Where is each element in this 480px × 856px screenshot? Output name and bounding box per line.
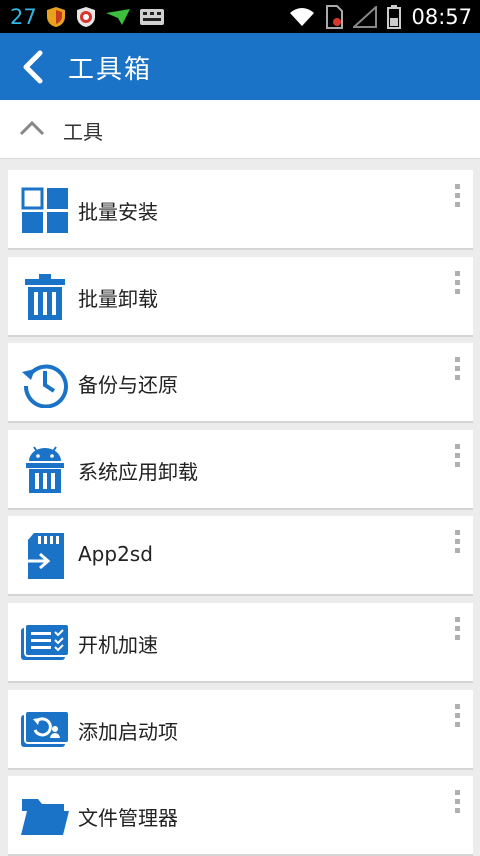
trash-icon (25, 274, 65, 320)
startup-icon (21, 710, 70, 747)
more-vertical-icon[interactable] (455, 617, 461, 643)
download-icon (105, 9, 130, 25)
tool-item-batch-install[interactable]: 批量安装 (8, 170, 473, 250)
battery-icon (387, 5, 402, 29)
more-vertical-icon[interactable] (455, 444, 461, 470)
more-vertical-icon[interactable] (455, 184, 461, 210)
signal-icon (353, 6, 378, 28)
tool-label: 批量安装 (78, 200, 158, 224)
tool-label: App2sd (78, 542, 153, 566)
history-icon (22, 364, 68, 408)
back-arrow-icon[interactable] (18, 50, 48, 84)
folder-icon (21, 799, 69, 835)
more-vertical-icon[interactable] (455, 530, 461, 556)
section-label: 工具 (63, 120, 103, 144)
tool-label: 文件管理器 (78, 806, 178, 830)
tool-label: 系统应用卸载 (78, 460, 198, 484)
antivirus-icon (76, 7, 95, 27)
notification-count: 27 (10, 5, 37, 29)
tool-label: 备份与还原 (78, 373, 178, 397)
status-bar: 27 08:57 (0, 0, 480, 33)
keyboard-icon (139, 9, 164, 25)
tool-item-add-startup[interactable]: 添加启动项 (8, 690, 473, 770)
boot-list-icon (21, 623, 70, 660)
more-vertical-icon[interactable] (455, 357, 461, 383)
page-title: 工具箱 (68, 55, 153, 85)
tool-item-file-manager[interactable]: 文件管理器 (8, 776, 473, 856)
tool-item-boot-speedup[interactable]: 开机加速 (8, 603, 473, 683)
tool-item-system-app-uninstall[interactable]: 系统应用卸载 (8, 430, 473, 510)
chevron-up-icon (19, 120, 45, 136)
grid-icon (21, 187, 68, 233)
section-header-tools[interactable]: 工具 (0, 100, 480, 159)
android-trash-icon (26, 446, 64, 493)
shield-icon (46, 7, 65, 27)
tool-item-backup-restore[interactable]: 备份与还原 (8, 343, 473, 423)
tool-label: 批量卸载 (78, 287, 158, 311)
sim-card-icon (326, 5, 344, 29)
tool-item-batch-uninstall[interactable]: 批量卸载 (8, 257, 473, 337)
tool-label: 开机加速 (78, 633, 158, 657)
app-bar: 工具箱 (0, 33, 480, 100)
more-vertical-icon[interactable] (455, 790, 461, 816)
tool-item-app2sd[interactable]: App2sd (8, 516, 473, 596)
wifi-icon (290, 8, 315, 26)
clock: 08:57 (411, 5, 472, 29)
more-vertical-icon[interactable] (455, 271, 461, 297)
sd-card-icon (26, 533, 64, 579)
more-vertical-icon[interactable] (455, 704, 461, 730)
tool-label: 添加启动项 (78, 720, 178, 744)
